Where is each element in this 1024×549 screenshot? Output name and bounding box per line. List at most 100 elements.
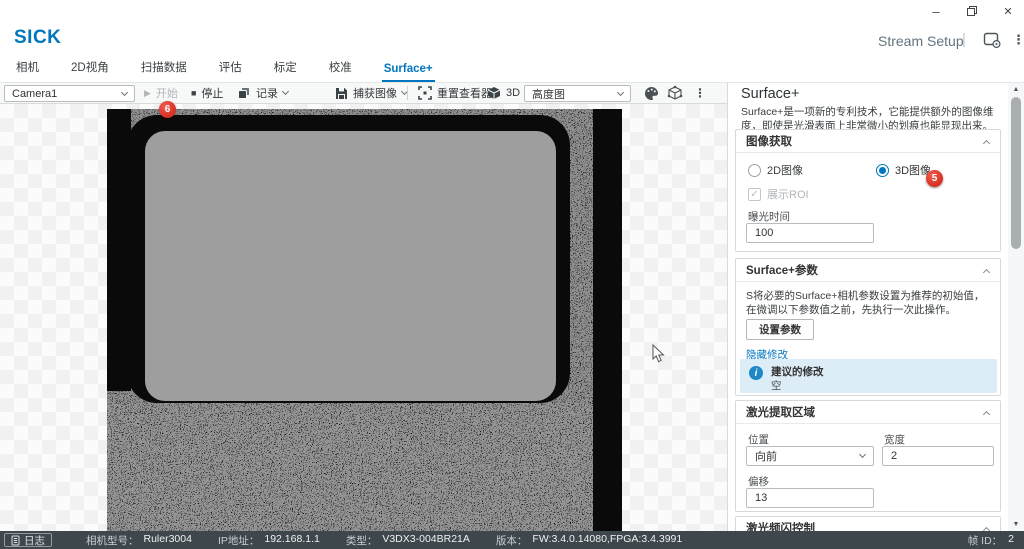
checkbox-check-icon: ✓ xyxy=(748,188,761,201)
scroll-down-arrow[interactable]: ▼ xyxy=(1008,518,1024,531)
tab-alignment[interactable]: 校准 xyxy=(327,59,354,82)
surface-params-description: S将必要的Surface+相机参数设置为推荐的初始值，在微调以下参数值之前，先执… xyxy=(746,289,992,317)
tab-calibration[interactable]: 标定 xyxy=(272,59,299,82)
width-input[interactable]: 2 xyxy=(882,446,994,466)
restore-icon xyxy=(966,5,978,17)
card-surface-params-header[interactable]: Surface+参数 xyxy=(736,259,1000,282)
chevron-down-icon xyxy=(617,88,624,95)
chevron-down-icon xyxy=(282,88,289,95)
record-layers-icon xyxy=(237,86,251,100)
surface-plus-panel: Surface+ Surface+是一项新的专利技术，它能提供额外的图像维度，即… xyxy=(727,83,1008,531)
show-roi-checkbox[interactable]: ✓ 展示ROI xyxy=(748,186,809,202)
scroll-up-arrow[interactable]: ▲ xyxy=(1008,83,1024,96)
tab-evaluation[interactable]: 评估 xyxy=(217,59,244,82)
position-value: 向前 xyxy=(755,448,860,464)
scan-image[interactable] xyxy=(107,109,622,531)
show-roi-label: 展示ROI xyxy=(767,186,809,202)
minimize-button[interactable]: – xyxy=(922,2,950,20)
tab-scan-data[interactable]: 扫描数据 xyxy=(139,59,189,82)
frame-id-label: 帧 ID： xyxy=(968,533,1002,548)
exposure-input[interactable]: 100 xyxy=(746,223,874,243)
app-title: Stream Setup xyxy=(878,33,964,49)
tab-camera[interactable]: 相机 xyxy=(14,59,41,82)
collapse-icon xyxy=(983,411,990,418)
offset-value: 13 xyxy=(755,492,767,504)
record-button[interactable]: 记录 xyxy=(234,83,291,103)
status-version-value: FW:3.4.0.14080,FPGA:3.4.3991 xyxy=(532,533,682,548)
info-icon: i xyxy=(749,366,763,380)
reset-viewer-icon xyxy=(418,86,432,100)
device-settings-icon[interactable] xyxy=(983,32,1002,52)
position-label: 位置 xyxy=(748,432,769,447)
viewer-toolbar: Camera1 ▶ 开始 ■ 停止 记录 捕获图像 xyxy=(0,83,727,104)
offset-label: 偏移 xyxy=(748,474,769,489)
stop-button[interactable]: ■ 停止 xyxy=(188,83,226,103)
suggested-changes-value: 空 xyxy=(771,378,782,393)
main-nav: 相机 2D视角 扫描数据 评估 标定 校准 Surface+ xyxy=(0,58,1024,83)
status-type: 类型： V3DX3-004BR21A xyxy=(346,533,470,548)
radio-3d-image[interactable]: 3D图像 xyxy=(876,162,931,178)
card-laser-strobe-header[interactable]: 激光频闪控制 xyxy=(736,517,1000,531)
stop-icon: ■ xyxy=(191,88,196,98)
play-icon: ▶ xyxy=(144,88,151,99)
axis-box-icon xyxy=(667,85,683,101)
frame-id-value: 2 xyxy=(1008,533,1014,548)
toolbar-more-menu-icon[interactable]: ⋮ xyxy=(694,86,706,100)
status-items: 相机型号： Ruler3004 IP地址： 192.168.1.1 类型： V3… xyxy=(86,533,682,548)
log-button[interactable]: 日志 xyxy=(4,533,52,547)
scrollbar-thumb[interactable] xyxy=(1011,97,1021,249)
tab-surface-plus[interactable]: Surface+ xyxy=(382,63,435,82)
card-image-acquisition-header[interactable]: 图像获取 xyxy=(736,130,1000,153)
suggested-changes-title: 建议的修改 xyxy=(771,364,824,379)
display-mode-select[interactable]: 高度图 xyxy=(524,85,631,102)
tab-2d-view[interactable]: 2D视角 xyxy=(69,59,111,82)
card-laser-strobe-title: 激光频闪控制 xyxy=(746,520,815,531)
orientation-cube-button[interactable] xyxy=(664,83,686,103)
chevron-down-icon xyxy=(121,88,128,95)
status-camera-model-value: Ruler3004 xyxy=(144,533,192,548)
offset-input[interactable]: 13 xyxy=(746,488,874,508)
sick-logo: SICK xyxy=(14,27,61,49)
capture-image-button[interactable]: 捕获图像 xyxy=(332,83,410,103)
card-laser-region-header[interactable]: 激光提取区域 xyxy=(736,401,1000,424)
radio-2d-image[interactable]: 2D图像 xyxy=(748,162,803,178)
start-label: 开始 xyxy=(156,85,178,101)
step-badge-3d-image: 5 xyxy=(926,170,943,187)
stream-setup-window: – ✕ SICK Stream Setup | ⋮ 相机 2D视角 扫描数据 评… xyxy=(0,0,1024,549)
header-divider: | xyxy=(962,31,966,48)
start-button[interactable]: ▶ 开始 xyxy=(141,83,181,103)
status-ip-label: IP地址： xyxy=(218,533,259,548)
width-label: 宽度 xyxy=(884,432,905,447)
step-badge-start-number: 6 xyxy=(165,104,171,115)
panel-scrollbar[interactable]: ▲ ▼ xyxy=(1008,83,1024,531)
card-laser-region: 激光提取区域 位置 宽度 向前 2 偏移 13 xyxy=(735,400,1001,512)
log-label: 日志 xyxy=(24,533,45,548)
chevron-down-icon xyxy=(859,451,866,458)
status-bar: 日志 相机型号： Ruler3004 IP地址： 192.168.1.1 类型：… xyxy=(0,531,1024,549)
radio-2d-circle-icon xyxy=(748,164,761,177)
step-badge-3d-number: 5 xyxy=(932,173,938,184)
log-icon xyxy=(11,535,20,546)
status-version-label: 版本： xyxy=(496,533,528,548)
position-select[interactable]: 向前 xyxy=(746,446,874,466)
3d-view-button[interactable]: 3D xyxy=(484,83,523,103)
frame-id: 帧 ID： 2 xyxy=(968,533,1014,548)
colormap-button[interactable] xyxy=(641,83,662,103)
camera-select[interactable]: Camera1 xyxy=(4,85,135,102)
card-image-acquisition-title: 图像获取 xyxy=(746,133,792,149)
set-parameters-button[interactable]: 设置参数 xyxy=(746,319,814,340)
stop-label: 停止 xyxy=(201,85,223,101)
status-camera-model-label: 相机型号： xyxy=(86,533,139,548)
close-button[interactable]: ✕ xyxy=(994,2,1022,20)
palette-icon xyxy=(644,86,659,101)
reset-viewer-button[interactable]: 重置查看器 xyxy=(415,83,495,103)
status-ip-value: 192.168.1.1 xyxy=(264,533,319,548)
card-laser-region-title: 激光提取区域 xyxy=(746,404,815,420)
maximize-button[interactable] xyxy=(958,2,986,20)
status-ip-address: IP地址： 192.168.1.1 xyxy=(218,533,320,548)
minimize-icon: – xyxy=(932,4,939,19)
header-more-menu-icon[interactable]: ⋮ xyxy=(1012,32,1024,48)
capture-label: 捕获图像 xyxy=(353,85,397,101)
mouse-cursor xyxy=(652,344,665,366)
status-camera-model: 相机型号： Ruler3004 xyxy=(86,533,192,548)
